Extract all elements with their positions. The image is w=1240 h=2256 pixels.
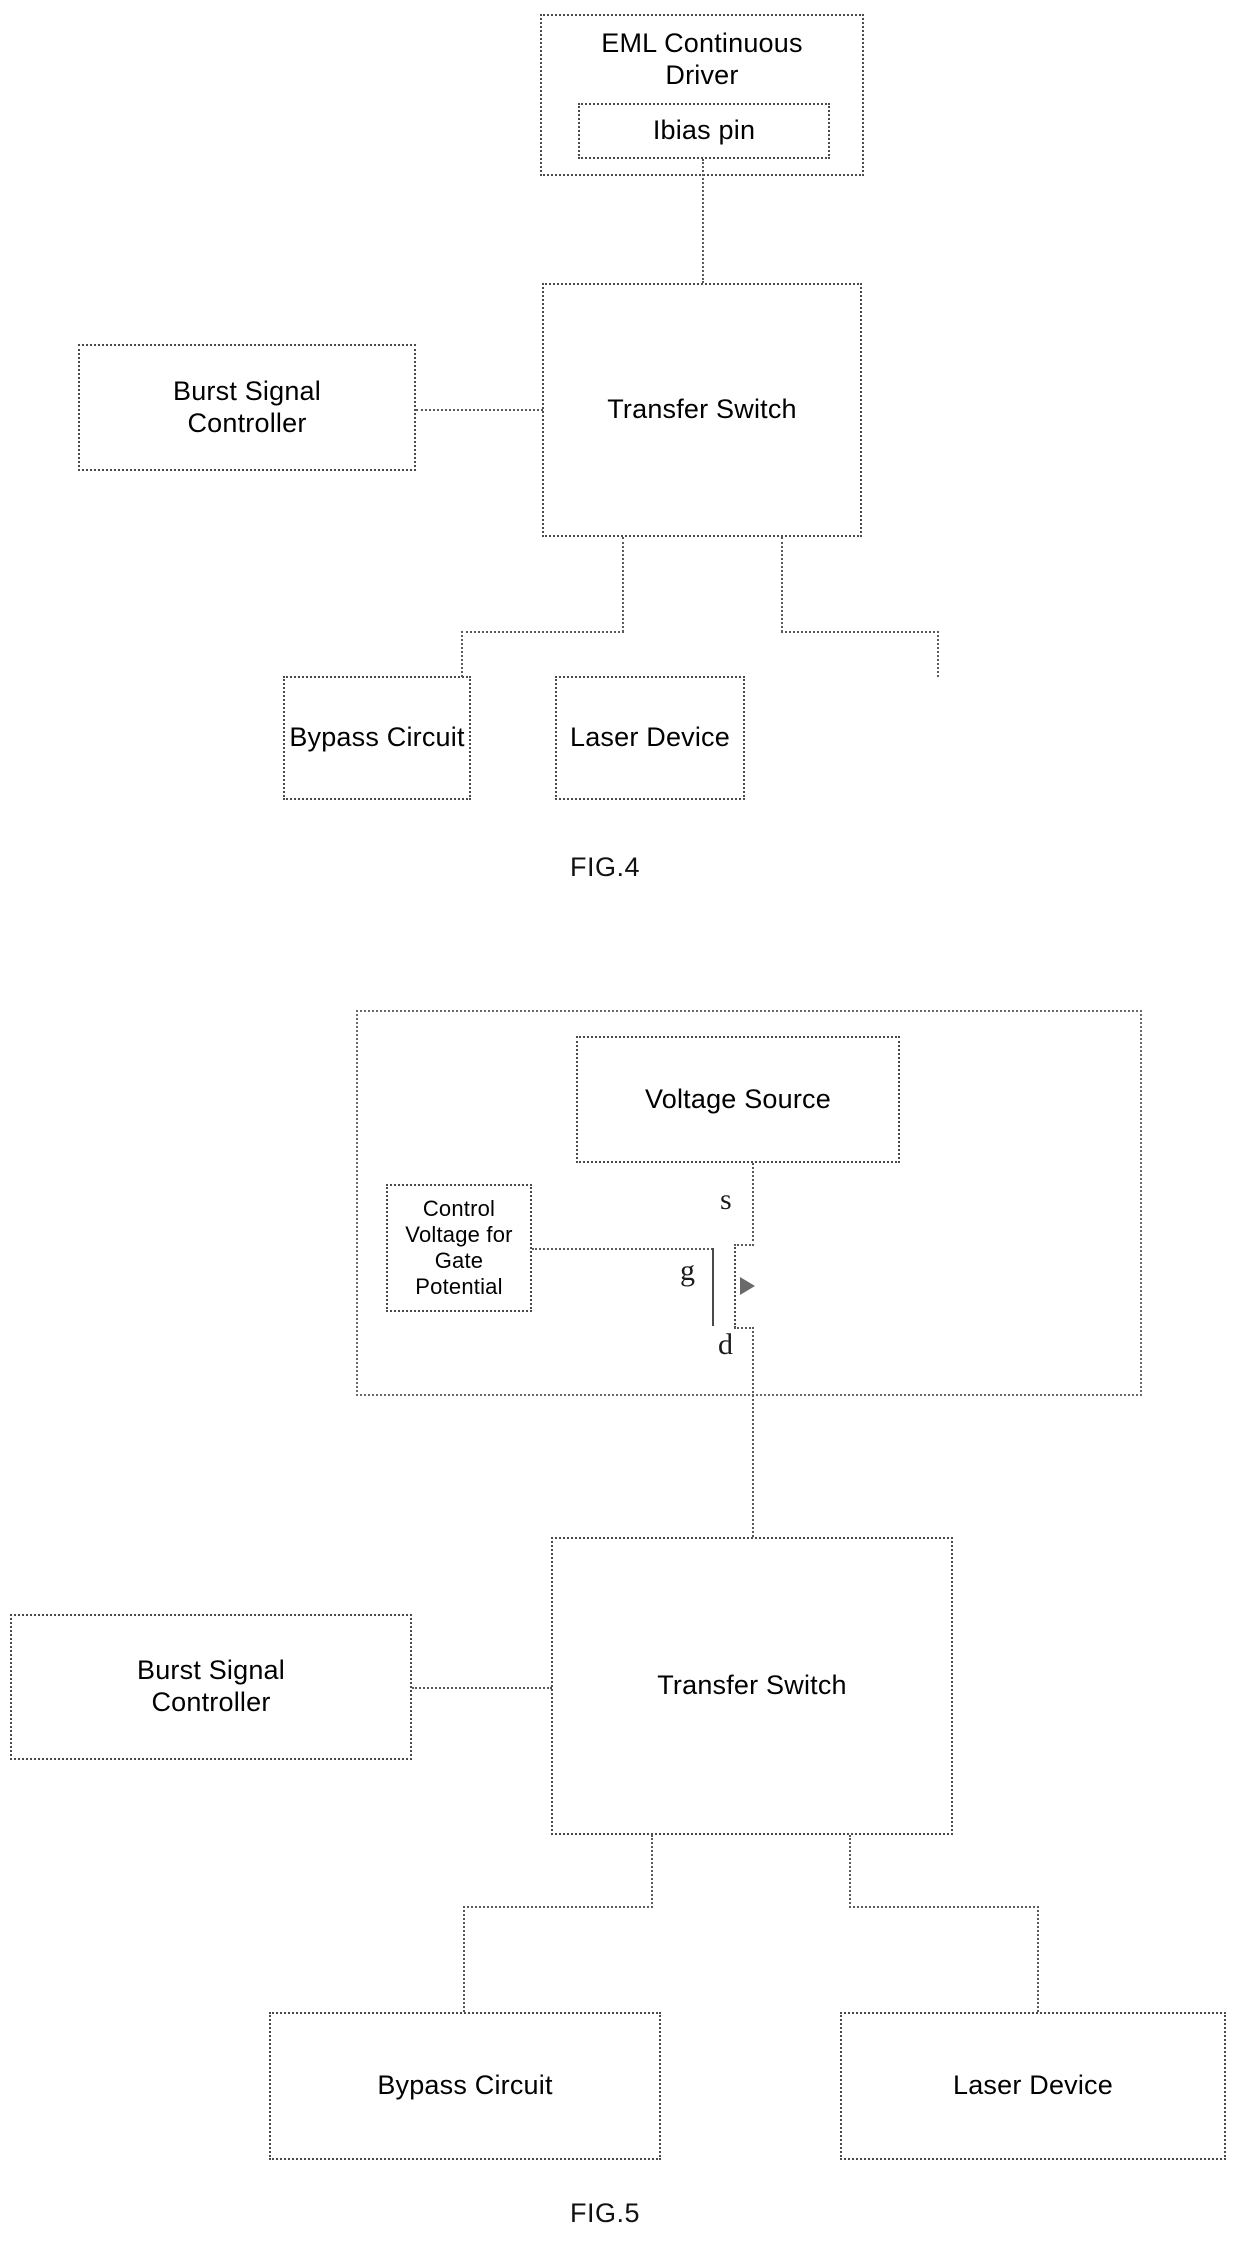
fig4-burst-controller-label-line1: Burst Signal xyxy=(173,375,321,406)
fig4-connector-driver-to-switch xyxy=(702,159,704,283)
fig5-connector-burst-to-switch xyxy=(412,1687,552,1689)
fig5-connector-switch-to-bypass-h xyxy=(463,1906,653,1908)
fig4-bypass-circuit-block: Bypass Circuit xyxy=(283,676,471,800)
fig4-connector-switch-to-laser-h xyxy=(781,631,939,633)
fig5-control-voltage-label-line2: Voltage for xyxy=(405,1222,513,1248)
fig5-mosfet-source-stub xyxy=(734,1244,754,1246)
fig4-laser-device-block: Laser Device xyxy=(555,676,745,800)
fig5-transfer-switch-block: Transfer Switch xyxy=(551,1537,953,1835)
fig5-connector-switch-to-laser-v1 xyxy=(849,1835,851,1908)
patent-figure-sheet: EML Continuous Driver Ibias pin Burst Si… xyxy=(0,0,1240,2256)
fig4-connector-switch-to-bypass-v1 xyxy=(622,537,624,632)
fig4-connector-switch-to-bypass-v2 xyxy=(461,631,463,677)
fig5-connector-switch-to-bypass-v1 xyxy=(651,1835,653,1908)
fig5-mosfet-gate-lead xyxy=(532,1248,713,1250)
fig4-connector-switch-to-bypass-h xyxy=(461,631,624,633)
fig5-burst-controller-label-line2: Controller xyxy=(151,1687,271,1717)
fig4-caption-text: FIG.4 xyxy=(569,852,640,882)
fig5-mosfet-gate-label: g xyxy=(680,1254,695,1287)
fig4-eml-driver-label-line2: Driver xyxy=(665,59,739,90)
fig5-mosfet-body-arrow-icon xyxy=(740,1277,755,1295)
fig5-mosfet-source-label: s xyxy=(720,1183,732,1216)
fig5-connector-switch-to-bypass-v2 xyxy=(463,1906,465,2012)
fig4-connector-switch-to-laser-v2 xyxy=(937,631,939,677)
fig5-voltage-source-block: Voltage Source xyxy=(576,1036,900,1163)
fig5-connector-switch-to-laser-v2 xyxy=(1037,1906,1039,2012)
fig5-burst-signal-controller-block: Burst Signal Controller xyxy=(10,1614,412,1760)
fig5-mosfet-gate-bar xyxy=(712,1248,714,1326)
fig5-connector-switch-to-laser-h xyxy=(849,1906,1039,1908)
fig4-transfer-switch-block: Transfer Switch xyxy=(542,283,862,537)
fig5-mosfet-drain-label: d xyxy=(718,1328,733,1361)
fig5-connector-mosfet-to-switch xyxy=(752,1327,754,1537)
fig4-burst-signal-controller-block: Burst Signal Controller xyxy=(78,344,416,471)
fig4-eml-driver-label-line1: EML Continuous xyxy=(601,28,803,58)
fig4-connector-switch-to-laser-v1 xyxy=(781,537,783,632)
fig5-control-voltage-label-line3: Gate Potential xyxy=(415,1248,503,1299)
fig5-caption: FIG.5 xyxy=(0,2198,1240,2229)
fig5-mosfet-channel-bar xyxy=(734,1244,736,1328)
fig4-caption: FIG.4 xyxy=(0,852,1240,883)
fig5-connector-source-to-mosfet xyxy=(752,1163,754,1241)
fig4-connector-burst-to-switch xyxy=(416,409,543,411)
fig5-burst-controller-label-line1: Burst Signal xyxy=(137,1655,285,1686)
fig5-mosfet-drain-stub xyxy=(734,1327,754,1329)
fig5-caption-text: FIG.5 xyxy=(569,2198,640,2228)
fig4-ibias-pin-block: Ibias pin xyxy=(578,103,830,159)
fig5-control-voltage-label-line1: Control xyxy=(422,1196,496,1222)
fig5-laser-device-block: Laser Device xyxy=(840,2012,1226,2160)
fig5-control-voltage-block: Control Voltage for Gate Potential xyxy=(386,1184,532,1312)
fig5-bypass-circuit-block: Bypass Circuit xyxy=(269,2012,661,2160)
fig4-burst-controller-label-line2: Controller xyxy=(187,407,307,438)
